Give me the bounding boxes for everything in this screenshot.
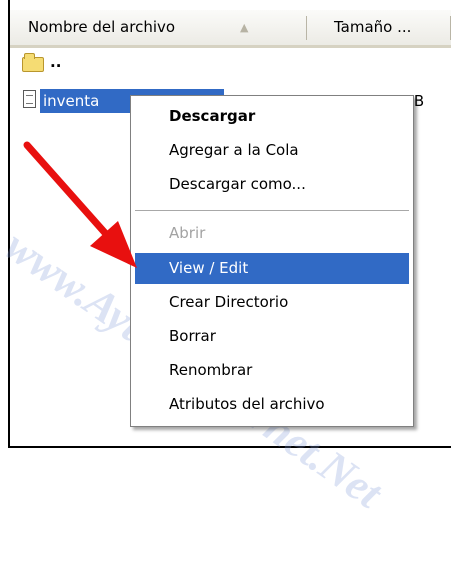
- menu-item-view-edit[interactable]: View / Edit: [135, 253, 409, 284]
- menu-item-descargar[interactable]: Descargar: [135, 101, 409, 132]
- menu-item-renombrar[interactable]: Renombrar: [135, 355, 409, 386]
- file-list-header: Nombre del archivo ▲ Tamaño ...: [10, 10, 451, 48]
- menu-item-atributos-del-archivo[interactable]: Atributos del archivo: [135, 389, 409, 420]
- context-menu: Descargar Agregar a la Cola Descargar co…: [130, 95, 414, 427]
- folder-icon: [22, 53, 44, 72]
- menu-separator: [135, 210, 409, 211]
- menu-item-agregar-a-la-cola[interactable]: Agregar a la Cola: [135, 135, 409, 166]
- sort-up-arrow-icon: ▲: [240, 21, 249, 34]
- column-header-name-label: Nombre del archivo: [28, 18, 176, 36]
- file-icon: [23, 90, 36, 108]
- menu-item-descargar-como[interactable]: Descargar como...: [135, 169, 409, 200]
- column-separator[interactable]: [306, 16, 307, 40]
- menu-item-crear-directorio[interactable]: Crear Directorio: [135, 287, 409, 318]
- menu-item-abrir: Abrir: [169, 224, 206, 242]
- column-header-size-label: Tamaño ...: [334, 18, 412, 36]
- parent-folder-label: ..: [50, 53, 62, 71]
- column-header-name[interactable]: Nombre del archivo: [28, 10, 308, 45]
- column-header-size[interactable]: Tamaño ...: [322, 10, 451, 45]
- menu-item-borrar[interactable]: Borrar: [135, 321, 409, 352]
